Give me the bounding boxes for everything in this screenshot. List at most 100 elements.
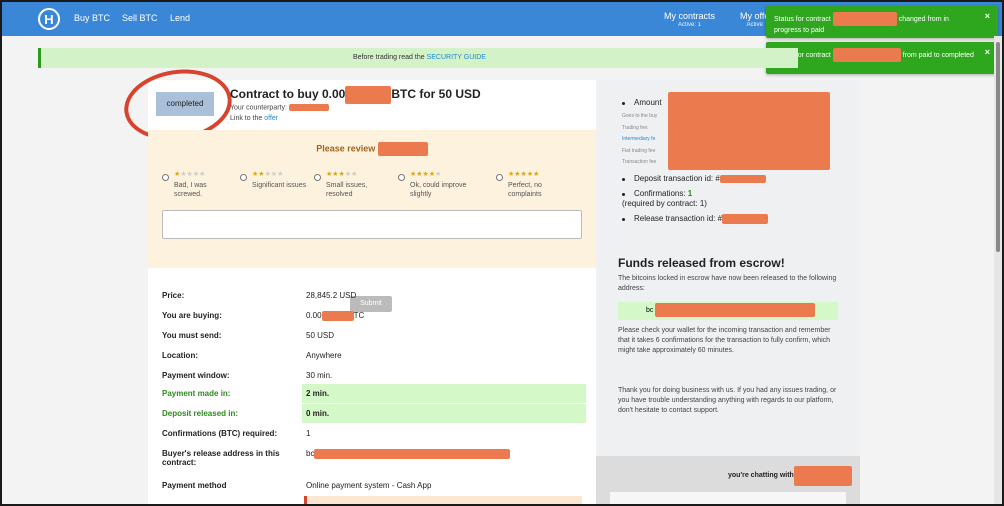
nav-my-contracts[interactable]: My contracts Active: 1 bbox=[664, 11, 715, 28]
review-textarea[interactable] bbox=[162, 210, 582, 239]
scrollbar-thumb[interactable] bbox=[996, 42, 1000, 252]
detail-value-text: Anywhere bbox=[306, 351, 342, 360]
detail-key: Location: bbox=[162, 351, 198, 360]
rating-radio[interactable] bbox=[162, 174, 169, 181]
nav-my-offers[interactable]: My offe Active bbox=[740, 11, 769, 28]
chat-title: you're chatting with bbox=[728, 472, 794, 479]
nav-sell-btc[interactable]: Sell BTC bbox=[122, 13, 158, 23]
detail-row: Buyer's release address in this contract:… bbox=[148, 444, 596, 467]
toast-text-b: from paid to completed bbox=[902, 51, 974, 59]
detail-row: You must send: 50 USD bbox=[148, 326, 596, 345]
chat-panel: you're chatting with bbox=[596, 456, 860, 504]
detail-key-text: Price: bbox=[162, 291, 185, 300]
release-address-prefix: bc bbox=[646, 307, 654, 314]
detail-key-text: Confirmations (BTC) required: bbox=[162, 429, 278, 438]
redacted-block bbox=[377, 142, 428, 156]
detail-row: Location: Anywhere bbox=[148, 346, 596, 365]
chat-messages[interactable] bbox=[610, 492, 846, 504]
detail-key: Payment window: bbox=[162, 371, 230, 380]
redacted-block bbox=[722, 214, 769, 224]
detail-key-text: You must send: bbox=[162, 331, 222, 340]
redacted-block bbox=[288, 104, 329, 111]
contract-title: Contract to buy 0.00 BTC for 50 USD bbox=[230, 86, 481, 104]
close-icon[interactable]: × bbox=[985, 12, 990, 21]
bullet bbox=[622, 178, 625, 181]
fee-trading: Trading fee: bbox=[622, 125, 649, 131]
star-icon: ★★★★★ bbox=[326, 171, 358, 178]
redacted-block bbox=[832, 12, 897, 26]
redacted-block bbox=[345, 86, 392, 104]
confirmations-value: 1 bbox=[687, 189, 693, 198]
detail-value: 28,845.2 USD bbox=[306, 291, 356, 300]
detail-key: Confirmations (BTC) required: bbox=[162, 429, 277, 438]
star-icon: ★★★★★ bbox=[252, 171, 284, 178]
rating-radio[interactable] bbox=[240, 174, 247, 181]
offer-link-line: Link to the offer bbox=[230, 115, 278, 122]
counterparty-label: Your counterparty: bbox=[230, 104, 287, 112]
review-title-text: Please review bbox=[316, 143, 376, 154]
fee-goes-to: Goes to the buy bbox=[622, 113, 658, 119]
funds-title: Funds released from escrow! bbox=[618, 256, 785, 270]
nav-my-offers-count: Active bbox=[746, 22, 763, 28]
detail-key-text: Buyer's release address in this bbox=[162, 449, 280, 458]
toast-notification: Status for contract changed from in prog… bbox=[766, 6, 998, 38]
detail-value: 2 min. bbox=[306, 389, 329, 398]
funds-paragraph-2: Please check your wallet for the incomin… bbox=[618, 327, 831, 354]
funds-paragraph-1: The bitcoins locked in escrow have now b… bbox=[618, 275, 837, 292]
detail-key-text: contract: bbox=[162, 458, 197, 467]
deposit-tx-label: Deposit transaction id: # bbox=[634, 174, 720, 183]
bullet bbox=[622, 193, 625, 196]
redacted-block bbox=[321, 311, 354, 321]
rating-radio[interactable] bbox=[314, 174, 321, 181]
detail-row: Confirmations (BTC) required: 1 bbox=[148, 424, 596, 443]
rating-radio[interactable] bbox=[398, 174, 405, 181]
redacted-block bbox=[719, 174, 766, 183]
offer-link[interactable]: offer bbox=[264, 115, 278, 122]
rating-label: Perfect, no complaints bbox=[508, 182, 542, 198]
detail-value: 0 min. bbox=[306, 409, 329, 418]
detail-value-text: 50 USD bbox=[306, 331, 335, 340]
star-icon: ★★★★★ bbox=[174, 171, 206, 178]
detail-key: Deposit released in: bbox=[162, 409, 238, 418]
review-title: Please review bbox=[148, 142, 596, 156]
release-tx: Release transaction id: # bbox=[634, 214, 769, 224]
redacted-block bbox=[668, 92, 830, 170]
detail-value-text: 1 bbox=[306, 429, 311, 438]
security-guide-link[interactable]: SECURITY GUIDE bbox=[427, 54, 486, 61]
redacted-block bbox=[314, 449, 511, 459]
highlight-bg bbox=[302, 404, 586, 423]
detail-value-text: 28,845.2 USD bbox=[306, 291, 357, 300]
detail-row: Payment method Online payment system - Ca… bbox=[148, 476, 596, 495]
redacted-block bbox=[794, 466, 852, 486]
detail-key-text: Payment window: bbox=[162, 371, 230, 380]
detail-value: 0.00 TC bbox=[306, 311, 364, 321]
nav-buy-btc[interactable]: Buy BTC bbox=[74, 13, 110, 23]
logo-icon[interactable]: H bbox=[38, 8, 60, 30]
detail-key: Payment method bbox=[162, 481, 226, 490]
detail-key-text: You are buying: bbox=[162, 311, 222, 320]
deposit-tx: Deposit transaction id: # bbox=[634, 174, 766, 183]
escrow-panel: Amount Goes to the buy Trading fee: Inte… bbox=[596, 80, 860, 504]
contract-title-b: BTC for 50 USD bbox=[391, 87, 481, 102]
nav-lend[interactable]: Lend bbox=[170, 13, 190, 23]
detail-row: Payment window: 30 min. bbox=[148, 366, 596, 385]
offer-link-prefix: Link to the bbox=[230, 115, 265, 122]
rating-label: Bad, I was screwed. bbox=[174, 182, 207, 198]
star-icon: ★★★★★ bbox=[508, 171, 540, 178]
redacted-block bbox=[832, 48, 901, 62]
detail-value-text: Online payment system - Cash App bbox=[306, 481, 432, 490]
detail-value-text: 30 min. bbox=[306, 371, 333, 380]
detail-value: 50 USD bbox=[306, 331, 334, 340]
highlight-bg bbox=[302, 384, 586, 403]
detail-key-text: Deposit released in: bbox=[162, 409, 239, 418]
detail-key-text: Location: bbox=[162, 351, 198, 360]
detail-row: Deposit released in: 0 min. bbox=[148, 404, 596, 423]
rating-radio[interactable] bbox=[496, 174, 503, 181]
toast-notification: Status for contract from paid to complet… bbox=[766, 42, 998, 74]
detail-row: You are buying: 0.00 TC bbox=[148, 306, 596, 325]
detail-value-text: 0.00 bbox=[306, 311, 322, 321]
counterparty: Your counterparty: bbox=[230, 104, 329, 111]
bullet bbox=[622, 102, 625, 105]
close-icon[interactable]: × bbox=[985, 48, 990, 57]
detail-row: Price: 28,845.2 USD bbox=[148, 286, 596, 305]
